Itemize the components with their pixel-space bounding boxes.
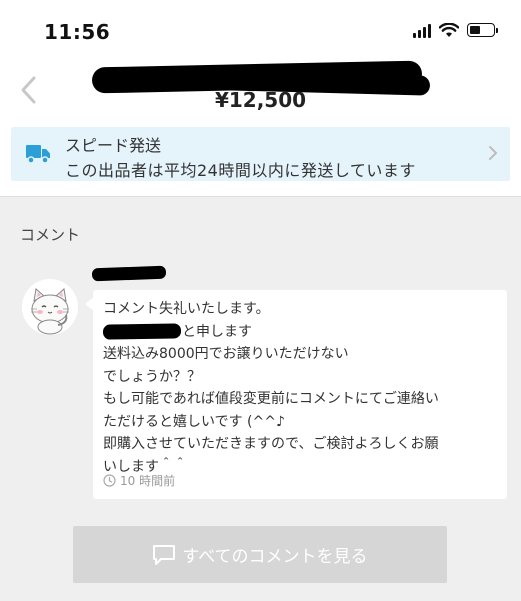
comment-line: でしょうか？？ bbox=[103, 368, 201, 385]
status-bar: 11:56 bbox=[0, 0, 521, 62]
shipping-description: この出品者は平均24時間以内に発送しています bbox=[65, 161, 416, 180]
cellular-signal-icon bbox=[413, 22, 431, 38]
product-price: ¥12,500 bbox=[214, 88, 307, 112]
comment-line-text: と申します bbox=[182, 323, 252, 340]
redacted-name bbox=[102, 323, 182, 340]
status-time: 11:56 bbox=[44, 20, 111, 44]
comment-line: もし可能であれば値段変更前にコメントにてご連絡い bbox=[103, 391, 439, 407]
comment-line: と申します bbox=[102, 321, 503, 344]
comment-timestamp: 10 時間前 bbox=[103, 472, 175, 489]
status-icons bbox=[413, 22, 498, 38]
battery-icon bbox=[467, 23, 498, 37]
shipping-title: スピード発送 bbox=[65, 136, 162, 155]
wifi-icon bbox=[439, 22, 459, 37]
nav-header: ¥12,500 bbox=[0, 60, 521, 120]
speed-shipping-banner[interactable]: スピード発送 この出品者は平均24時間以内に発送しています bbox=[11, 127, 510, 181]
comment-line: 送料込み8000円でお譲りいただけない bbox=[103, 346, 349, 362]
speech-bubble-icon bbox=[153, 544, 176, 565]
view-all-comments-label: すべてのコメントを見る bbox=[182, 547, 368, 567]
commenter-avatar[interactable] bbox=[22, 279, 78, 335]
comment-line: コメント失礼いたします。 bbox=[103, 301, 270, 317]
truck-icon bbox=[26, 145, 50, 164]
comments-section: コメント コメント失礼いたします。 と申します 送料込み8000円でお譲りいただ… bbox=[0, 196, 521, 601]
cat-avatar-icon bbox=[31, 288, 69, 335]
comment-line: ただけると嬉しいです (^^♪ bbox=[103, 413, 285, 430]
comment-bubble: コメント失礼いたします。 と申します 送料込み8000円でお譲りいただけない で… bbox=[93, 290, 507, 499]
comments-heading: コメント bbox=[20, 226, 81, 244]
comment-text: コメント失礼いたします。 と申します 送料込み8000円でお譲りいただけない で… bbox=[102, 298, 503, 478]
chevron-right-icon bbox=[489, 146, 498, 160]
comment-line: 即購入させていただきますので、ご検討よろしくお願 bbox=[103, 436, 439, 452]
redacted-commenter-name bbox=[91, 265, 167, 282]
clock-icon bbox=[103, 474, 116, 487]
view-all-comments-button[interactable]: すべてのコメントを見る bbox=[73, 526, 447, 583]
comment-time-text: 10 時間前 bbox=[120, 474, 176, 488]
